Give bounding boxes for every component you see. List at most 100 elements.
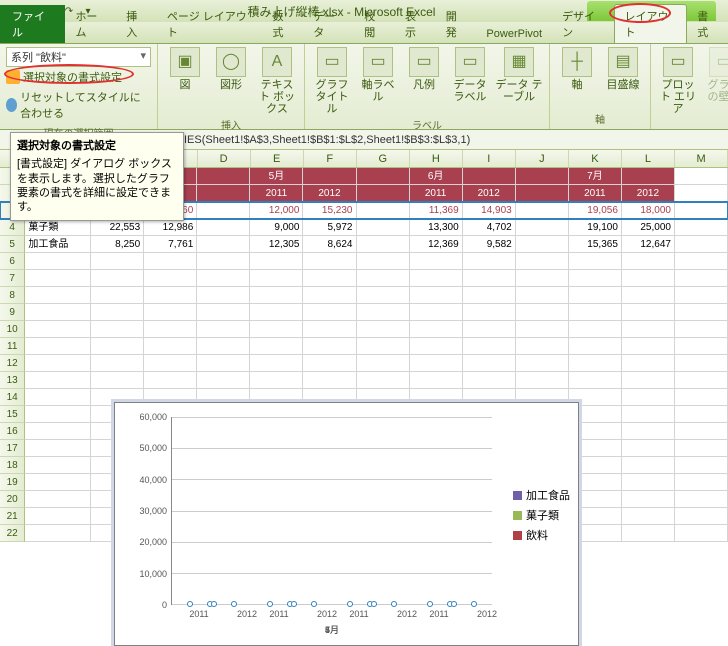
cell[interactable] [197, 372, 250, 389]
cell[interactable]: 5月 [250, 168, 303, 185]
tab-page-layout[interactable]: ページ レイアウト [157, 5, 263, 43]
cell[interactable] [250, 355, 303, 372]
cell[interactable] [357, 253, 410, 270]
cell[interactable]: 2012 [463, 185, 516, 202]
embedded-chart[interactable]: 201120124月201120125月201120126月201120127月… [114, 402, 579, 646]
cell[interactable] [25, 321, 91, 338]
cell[interactable] [622, 491, 675, 508]
cell[interactable]: 12,305 [250, 236, 303, 253]
cell[interactable] [675, 406, 728, 423]
cell[interactable] [675, 474, 728, 491]
row-header[interactable]: 5 [0, 236, 25, 253]
cell[interactable] [25, 372, 91, 389]
cell[interactable] [91, 338, 144, 355]
cell[interactable] [622, 355, 675, 372]
cell[interactable] [144, 304, 197, 321]
col-header[interactable]: G [357, 150, 410, 167]
cell[interactable] [25, 508, 91, 525]
tab-layout[interactable]: レイアウト [614, 4, 688, 43]
cell[interactable] [675, 321, 728, 338]
plot-area[interactable]: 201120124月201120125月201120126月201120127月 [171, 417, 492, 605]
cell[interactable] [91, 287, 144, 304]
tab-formulas[interactable]: 数式 [262, 5, 303, 43]
cell[interactable] [516, 253, 569, 270]
cell[interactable] [675, 423, 728, 440]
cell[interactable] [91, 304, 144, 321]
cell[interactable] [675, 287, 728, 304]
cell[interactable] [25, 287, 91, 304]
cell[interactable] [303, 321, 356, 338]
chart-title-button[interactable]: ▭グラフ タイトル [311, 47, 353, 115]
tab-insert[interactable]: 挿入 [116, 5, 157, 43]
cell[interactable] [357, 287, 410, 304]
col-header[interactable]: J [516, 150, 569, 167]
cell[interactable] [675, 168, 728, 185]
cell[interactable] [25, 253, 91, 270]
cell[interactable] [357, 270, 410, 287]
cell[interactable] [250, 253, 303, 270]
cell[interactable] [357, 321, 410, 338]
cell[interactable] [144, 270, 197, 287]
cell[interactable]: 2011 [410, 185, 463, 202]
cell[interactable] [675, 236, 728, 253]
cell[interactable] [250, 321, 303, 338]
cell[interactable] [516, 202, 569, 219]
cell[interactable] [622, 270, 675, 287]
cell[interactable] [410, 372, 463, 389]
cell[interactable] [91, 321, 144, 338]
cell[interactable] [569, 287, 622, 304]
cell[interactable]: 11,369 [410, 202, 463, 219]
cell[interactable]: 9,582 [463, 236, 516, 253]
picture-button[interactable]: ▣図 [164, 47, 206, 115]
cell[interactable] [250, 338, 303, 355]
tab-review[interactable]: 校閲 [354, 5, 395, 43]
cell[interactable] [197, 355, 250, 372]
cell[interactable] [463, 372, 516, 389]
row-header[interactable]: 21 [0, 508, 25, 525]
cell[interactable]: 14,903 [463, 202, 516, 219]
textbox-button[interactable]: Aテキスト ボックス [256, 47, 298, 115]
cell[interactable] [250, 304, 303, 321]
cell[interactable]: 5,972 [303, 219, 356, 236]
cell[interactable]: 12,369 [410, 236, 463, 253]
cell[interactable] [25, 270, 91, 287]
cell[interactable] [144, 321, 197, 338]
cell[interactable] [569, 372, 622, 389]
row-header[interactable]: 18 [0, 457, 25, 474]
cell[interactable]: 22,553 [91, 219, 144, 236]
row-header[interactable]: 12 [0, 355, 25, 372]
format-selection-button[interactable]: 選択対象の書式設定 [6, 67, 151, 87]
cell[interactable] [622, 253, 675, 270]
cell[interactable] [675, 219, 728, 236]
cell[interactable]: 25,000 [622, 219, 675, 236]
cell[interactable] [91, 253, 144, 270]
row-header[interactable]: 10 [0, 321, 25, 338]
cell[interactable] [675, 270, 728, 287]
cell[interactable] [410, 270, 463, 287]
cell[interactable] [622, 508, 675, 525]
cell[interactable] [303, 253, 356, 270]
reset-to-match-style-button[interactable]: リセットしてスタイルに合わせる [6, 87, 151, 123]
cell[interactable] [410, 304, 463, 321]
cell[interactable] [463, 304, 516, 321]
cell[interactable] [516, 219, 569, 236]
cell[interactable] [516, 321, 569, 338]
cell[interactable]: 7,761 [144, 236, 197, 253]
cell[interactable] [25, 474, 91, 491]
cell[interactable] [197, 219, 250, 236]
cell[interactable] [303, 372, 356, 389]
cell[interactable] [463, 338, 516, 355]
col-header[interactable]: M [675, 150, 728, 167]
cell[interactable]: 2011 [569, 185, 622, 202]
cell[interactable] [516, 287, 569, 304]
cell[interactable] [144, 253, 197, 270]
cell[interactable] [622, 287, 675, 304]
cell[interactable] [25, 338, 91, 355]
cell[interactable]: 6月 [410, 168, 463, 185]
cell[interactable]: 4,702 [463, 219, 516, 236]
cell[interactable]: 2012 [303, 185, 356, 202]
col-header[interactable]: L [622, 150, 675, 167]
cell[interactable] [144, 372, 197, 389]
cell[interactable] [463, 168, 516, 185]
col-header[interactable]: K [569, 150, 622, 167]
